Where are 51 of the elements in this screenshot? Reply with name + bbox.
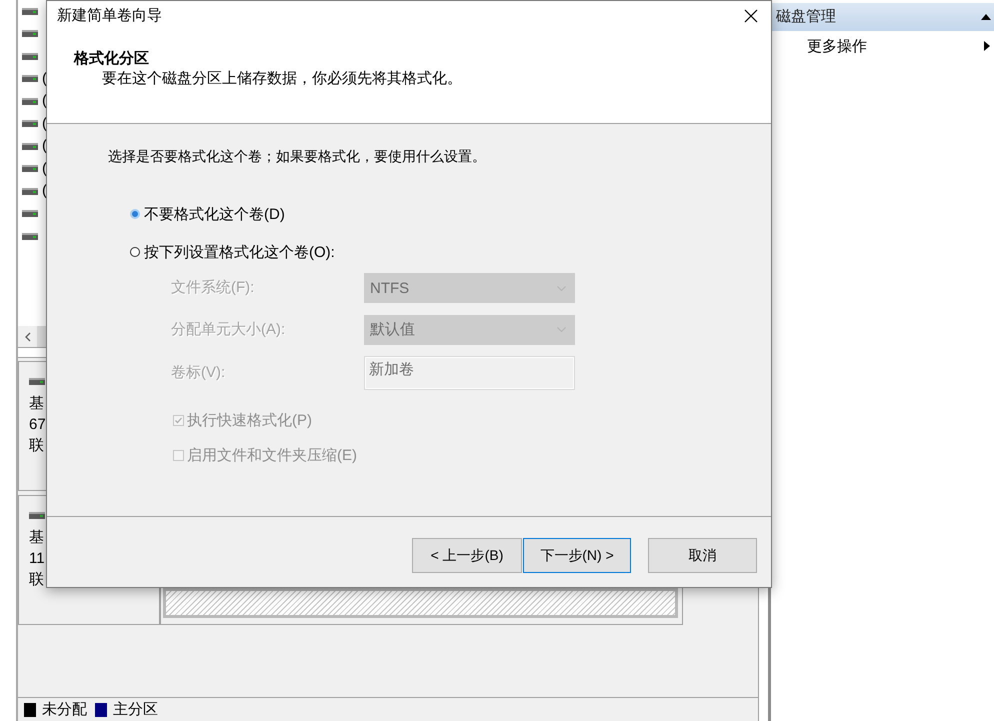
disk-drive-icon (22, 30, 38, 38)
action-item[interactable]: 更多操作 (771, 31, 994, 61)
disk-info-text: 11 (29, 549, 46, 569)
caret-down-icon (557, 327, 566, 332)
disk-drive-icon (22, 165, 38, 172)
disk-drive-icon (22, 232, 38, 240)
caret-down-icon (557, 286, 566, 290)
disk-drive-icon (22, 188, 38, 195)
disk-info-text: 联 (29, 570, 45, 590)
section-title: 磁盘管理 (776, 8, 836, 26)
caret-right-icon (984, 41, 990, 51)
disk-drive-icon (22, 52, 38, 60)
chevron-left-icon (24, 332, 30, 342)
radio-option[interactable]: 按下列设置格式化这个卷(O): (130, 242, 335, 262)
volume-name: ( (42, 92, 47, 110)
legend-label: 未分配 (42, 700, 87, 718)
field-label: 卷标(V): (171, 363, 226, 383)
disk-info-text: 联 (29, 436, 45, 456)
back-button[interactable]: < 上一步(B) (412, 538, 522, 573)
close-icon (744, 9, 758, 23)
page-heading: 格式化分区 (74, 49, 150, 69)
disk-drive-icon (22, 8, 38, 15)
volume-name: ( (42, 114, 47, 133)
disk-drive-icon (22, 98, 38, 105)
disk-info-text: 基 (29, 394, 45, 414)
next-button[interactable]: 下一步(N) > (523, 538, 631, 573)
radio-button[interactable] (130, 247, 140, 257)
disk-info-text: 基 (29, 528, 45, 548)
disk-drive-icon (22, 142, 38, 150)
volume-name: ( (42, 137, 47, 156)
disk-drive-icon (22, 120, 38, 128)
disk-drive-icon (22, 210, 38, 218)
page-description: 要在这个磁盘分区上储存数据，你必须先将其格式化。 (102, 69, 463, 89)
legend-label: 主分区 (113, 700, 158, 718)
field-label: 文件系统(F): (171, 278, 256, 298)
instruction-text: 选择是否要格式化这个卷；如果要格式化，要使用什么设置。 (108, 147, 487, 166)
radio-option[interactable]: 不要格式化这个卷(D) (130, 204, 285, 224)
field-label: 分配单元大小(A): (171, 320, 286, 340)
disk-drive-icon (22, 75, 38, 82)
scrollbar-thumb[interactable] (37, 326, 46, 347)
cancel-button[interactable]: 取消 (648, 538, 757, 573)
caret-up-icon (981, 14, 991, 20)
disk-drive-icon (29, 378, 45, 385)
unallocated-partition[interactable] (163, 588, 678, 618)
volume-name: ( (42, 182, 47, 200)
volume-name: ( (42, 160, 47, 178)
volume-name: ( (42, 70, 47, 88)
scroll-left-button[interactable] (18, 326, 37, 347)
window-title: 新建简单卷向导 (57, 7, 162, 25)
disk-drive-icon (29, 512, 45, 519)
disk-info-text: 67 (29, 415, 47, 435)
